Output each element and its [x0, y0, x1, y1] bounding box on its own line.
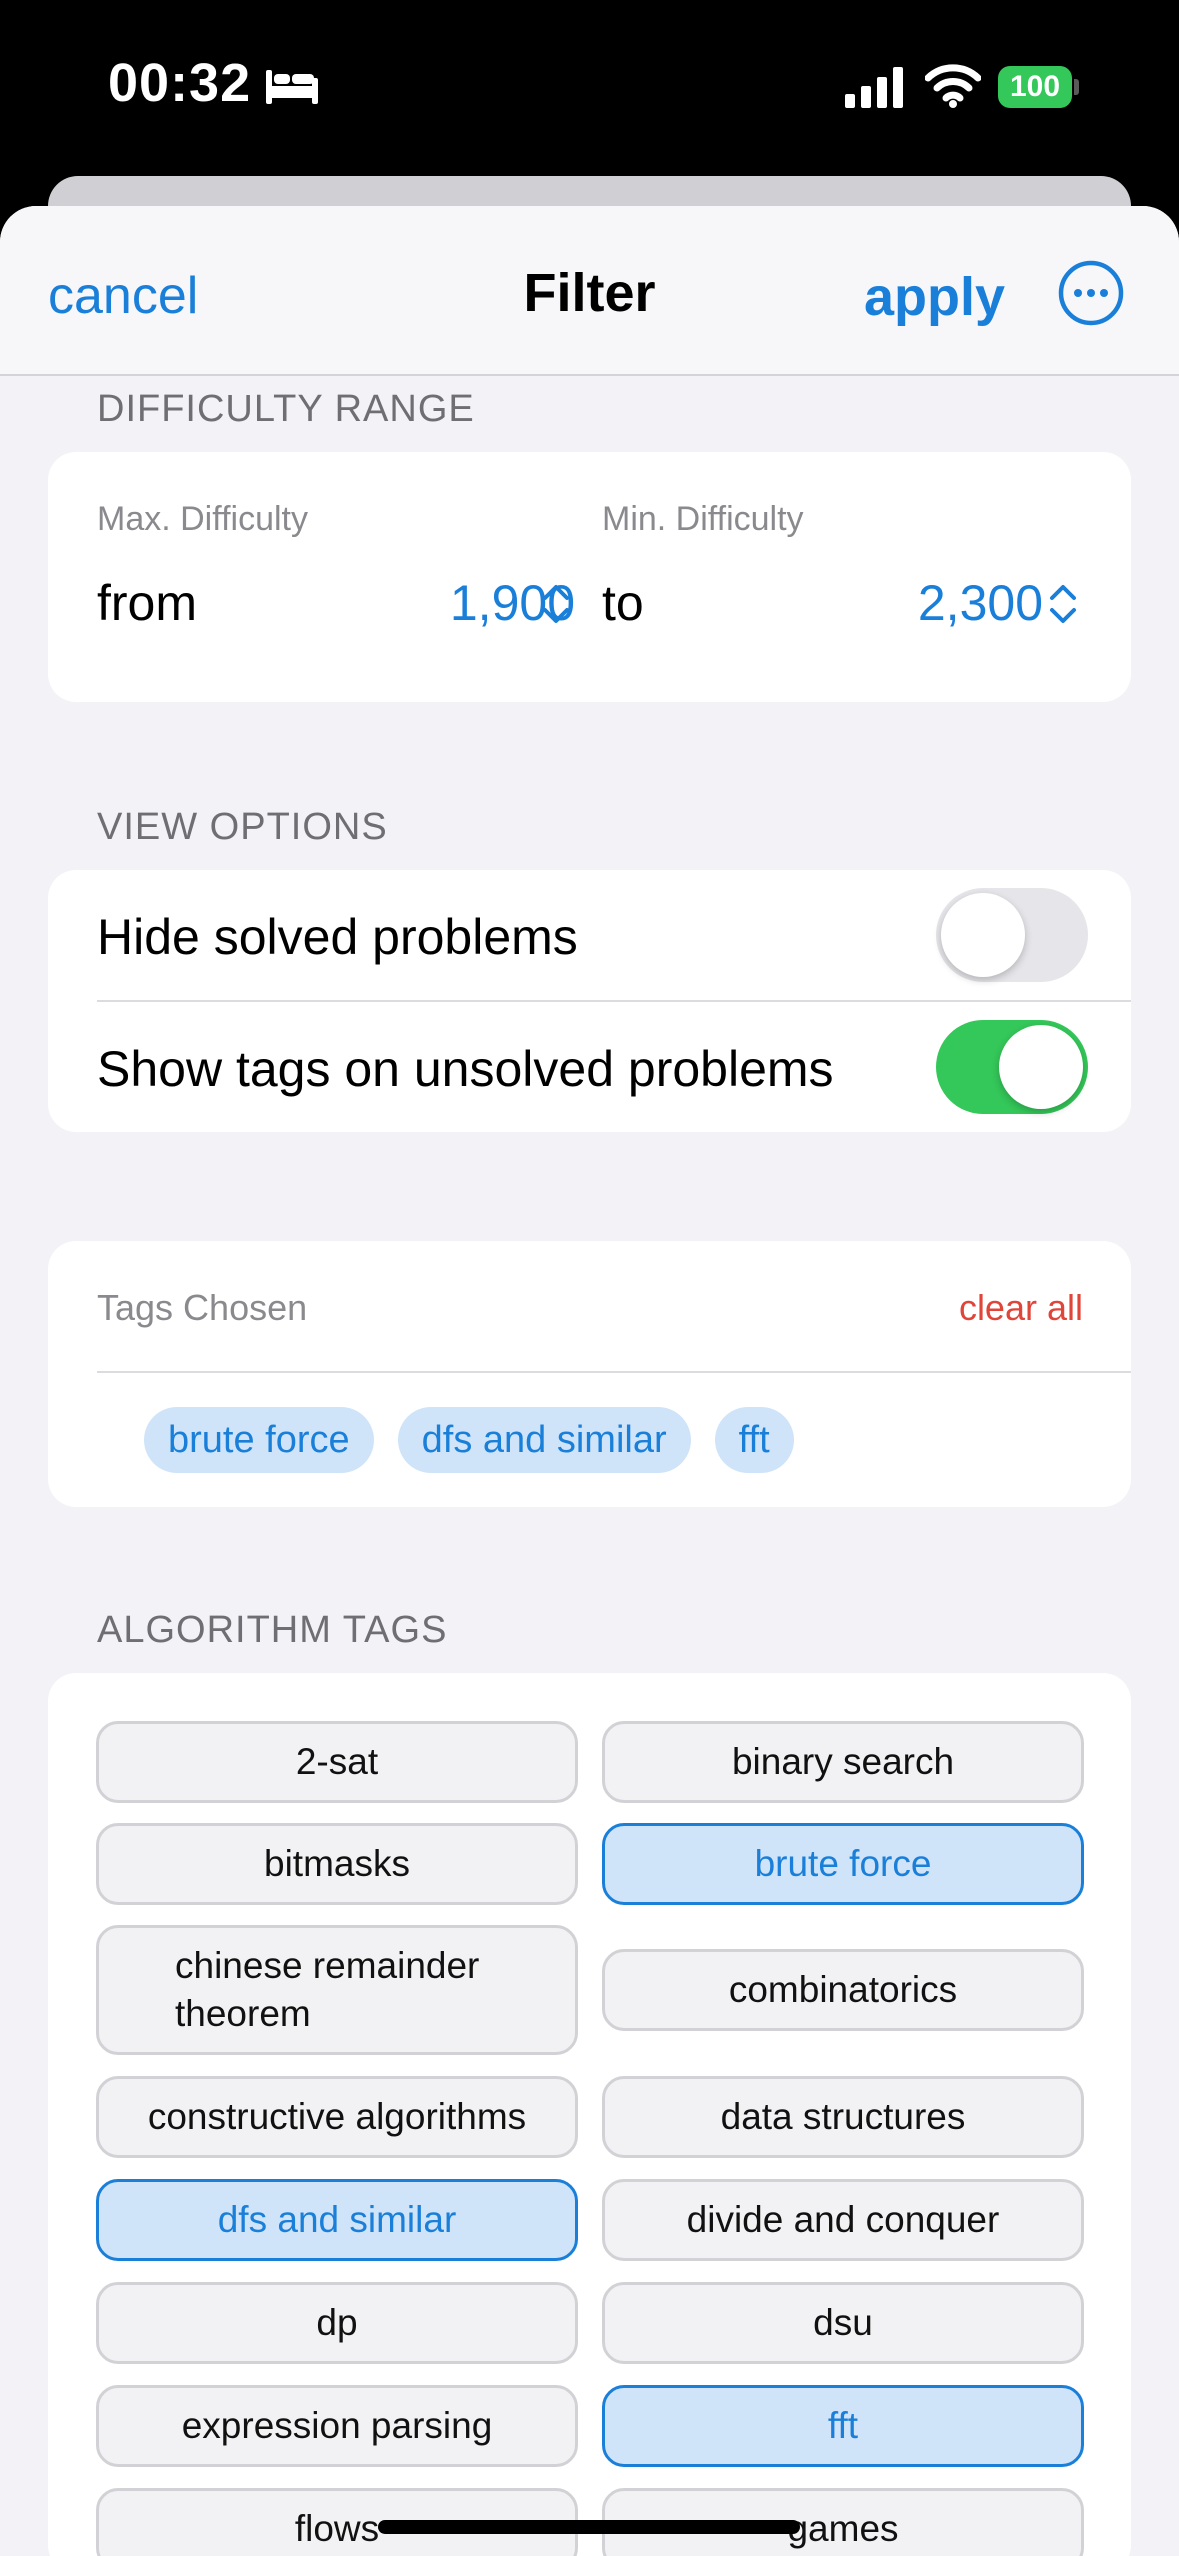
tag-divide-and-conquer[interactable]: divide and conquer [602, 2179, 1084, 2261]
filter-sheet: cancel Filter apply DIFFICULTY RANGE Max… [0, 206, 1179, 2556]
status-time: 00:32 [108, 53, 252, 113]
view-options-card: Hide solved problems Show tags on unsolv… [48, 870, 1131, 1132]
battery-level: 100 [998, 66, 1072, 108]
to-label: to [602, 575, 644, 631]
min-difficulty-label: Min. Difficulty [602, 500, 804, 538]
tag-constructive-algorithms[interactable]: constructive algorithms [96, 2076, 578, 2158]
battery-icon: 100 [998, 66, 1079, 108]
view-options-header: VIEW OPTIONS [97, 806, 388, 848]
navigation-bar: cancel Filter apply [0, 206, 1179, 376]
to-value-picker[interactable]: 2,300 [918, 574, 1043, 632]
tag-2-sat[interactable]: 2-sat [96, 1721, 578, 1803]
home-indicator [378, 2520, 800, 2534]
chevron-up-down-icon[interactable] [1048, 582, 1078, 626]
more-options-icon[interactable] [1058, 260, 1124, 326]
tag-brute-force[interactable]: brute force [602, 1823, 1084, 1905]
tag-data-structures[interactable]: data structures [602, 2076, 1084, 2158]
show-tags-row: Show tags on unsolved problems [48, 1002, 1131, 1132]
status-bar: 00:32 100 [0, 0, 1179, 180]
tag-combinatorics[interactable]: combinatorics [602, 1949, 1084, 2031]
chosen-tag-chip[interactable]: dfs and similar [397, 1407, 691, 1473]
clear-all-button[interactable]: clear all [959, 1287, 1083, 1329]
algorithm-tags-card: 2-sat binary search bitmasks brute force… [48, 1673, 1131, 2556]
tag-dp[interactable]: dp [96, 2282, 578, 2364]
hide-solved-toggle[interactable] [936, 888, 1088, 982]
tag-dsu[interactable]: dsu [602, 2282, 1084, 2364]
algorithm-tags-header: ALGORITHM TAGS [97, 1609, 448, 1651]
hide-solved-row: Hide solved problems [48, 870, 1131, 1002]
wifi-icon [925, 64, 981, 108]
from-label: from [97, 575, 197, 631]
chosen-tag-chip[interactable]: fft [714, 1407, 794, 1473]
tag-fft[interactable]: fft [602, 2385, 1084, 2467]
hide-solved-label: Hide solved problems [97, 909, 578, 965]
tag-bitmasks[interactable]: bitmasks [96, 1823, 578, 1905]
difficulty-range-header: DIFFICULTY RANGE [97, 388, 475, 430]
max-difficulty-label: Max. Difficulty [97, 500, 308, 538]
chevron-up-down-icon[interactable] [541, 582, 571, 626]
tag-expression-parsing[interactable]: expression parsing [96, 2385, 578, 2467]
tag-binary-search[interactable]: binary search [602, 1721, 1084, 1803]
tags-chosen-title: Tags Chosen [97, 1287, 308, 1328]
difficulty-card: Max. Difficulty Min. Difficulty from 1,9… [48, 452, 1131, 702]
apply-button[interactable]: apply [864, 266, 1005, 328]
cellular-signal-icon [845, 67, 903, 108]
bed-icon [266, 70, 318, 104]
chosen-tags-list: brute force dfs and similar fft [144, 1407, 794, 1473]
chosen-tag-chip[interactable]: brute force [144, 1407, 374, 1473]
show-tags-toggle[interactable] [936, 1020, 1088, 1114]
tag-chinese-remainder-theorem[interactable]: chinese remainder theorem [96, 1925, 578, 2055]
tags-chosen-card: Tags Chosen clear all brute force dfs an… [48, 1241, 1131, 1507]
show-tags-label: Show tags on unsolved problems [97, 1041, 834, 1097]
tag-dfs-and-similar[interactable]: dfs and similar [96, 2179, 578, 2261]
